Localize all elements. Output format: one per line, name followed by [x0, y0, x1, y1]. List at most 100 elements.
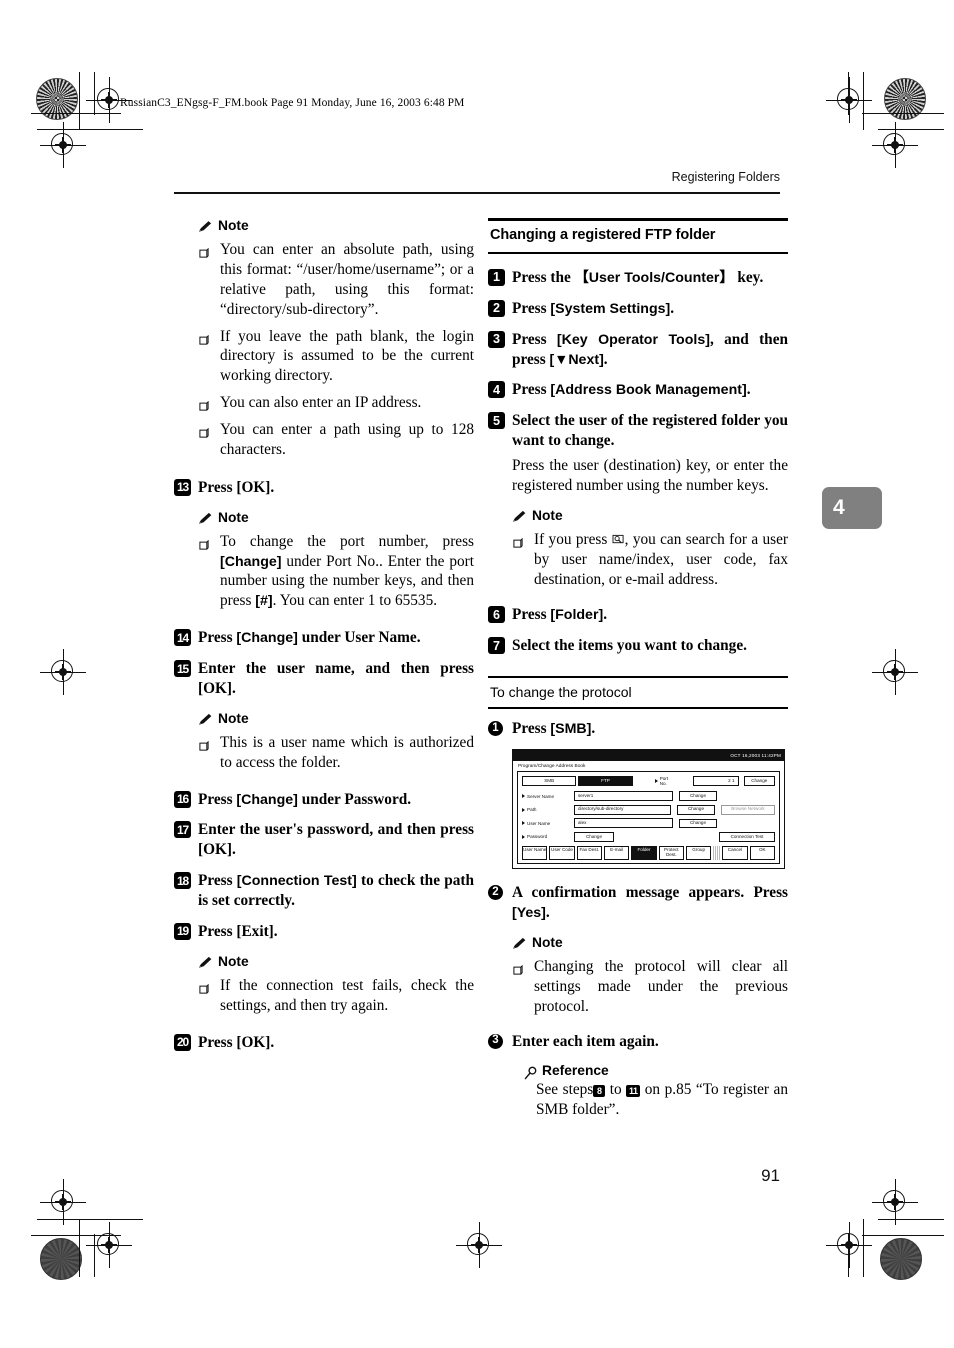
step-14: 14 Press [Change] under User Name. [174, 628, 474, 648]
note-item: You can enter a path using up to 128 cha… [198, 420, 474, 460]
manual-page: RussianC3_ENgsg-F_FM.book Page 91 Monday… [0, 0, 954, 1348]
search-icon [612, 531, 625, 543]
step-5-subtext: Press the user (destination) key, or ent… [512, 457, 788, 494]
substep-text: Enter each item again. [512, 1032, 659, 1050]
lcd-status-text: OCT 16,2003 11:42PM [730, 752, 781, 758]
square-bullet-icon [199, 424, 209, 438]
note-block-protocol: Note Changing the protocol will clear al… [512, 935, 788, 1017]
lcd-label-wrap: Path [522, 807, 574, 812]
lcd-tab-fax-dest[interactable]: Fax Dest. [576, 845, 602, 861]
lcd-tab-email[interactable]: E-mail [603, 845, 630, 861]
lcd-password-change-button[interactable]: Change [574, 831, 614, 842]
note-block-username: Note This is a user name which is author… [198, 711, 474, 773]
lcd-browse-network-button[interactable]: Browse Network [721, 804, 775, 815]
lcd-tab-group[interactable]: Group [685, 845, 712, 861]
note-block-path: Note You can enter an absolute path, usi… [198, 218, 474, 460]
crop-line-tr-v2 [848, 72, 850, 115]
substep-number-badge: 3 [488, 1033, 503, 1049]
registration-target-bottom-center [456, 1222, 502, 1268]
triangle-bullet-icon [522, 794, 525, 799]
square-bullet-icon [513, 534, 523, 548]
step-number-badge: 6 [488, 606, 505, 624]
magnifier-icon [524, 1066, 538, 1080]
crop-line-bl-h1 [37, 1219, 143, 1221]
step-text-pre: Press [512, 330, 557, 348]
lcd-field-change-button[interactable]: Change [679, 818, 717, 829]
note-item-text: This is a user name which is authorized … [220, 733, 474, 771]
step-text: Enter the user's password, and then pres… [198, 821, 474, 859]
triangle-bullet-icon [522, 807, 525, 812]
lcd-field-change-button[interactable]: Change [677, 804, 715, 815]
lcd-ok-button[interactable]: OK [749, 845, 775, 861]
step-text: Select the user of the registered folder… [512, 412, 788, 450]
key-label-smb: [SMB] [550, 720, 592, 737]
crop-line-br-h1 [878, 1219, 944, 1221]
step-number-badge: 2 [488, 299, 505, 317]
lcd-tab-smb[interactable]: SMB [522, 775, 577, 786]
step-number-badge: 7 [488, 637, 505, 655]
lcd-label-wrap: Server Name [522, 794, 574, 799]
step-text-pre: Press [512, 606, 551, 624]
reference-text-mid: to [605, 1081, 627, 1099]
pencil-icon [198, 512, 213, 525]
lcd-field-change-button[interactable]: Change [679, 791, 717, 801]
lcd-port-value[interactable]: 2 1 [692, 775, 739, 786]
step-3: 3 Press [Key Operator Tools], and then p… [488, 330, 788, 370]
crop-line-bl-v2 [94, 1234, 96, 1277]
key-label-change: [Change] [236, 630, 298, 647]
step-text-post: . [746, 381, 751, 399]
step-text-post: . [670, 299, 675, 317]
step-text: Press [Exit]. [198, 922, 278, 940]
step-17: 17 Enter the user's password, and then p… [174, 820, 474, 860]
heading-rule-bottom [488, 251, 788, 254]
subheading-rule-bottom [488, 707, 788, 709]
subsection-heading: To change the protocol [490, 683, 632, 700]
lcd-bottom-tabs: User Name User Code Fax Dest. E-mail Fol… [522, 845, 775, 861]
lcd-tab-ftp[interactable]: FTP [578, 775, 633, 786]
substep-text-pre: A confirmation message appears. Press [512, 884, 788, 902]
note-heading-label: Note [218, 710, 249, 726]
crop-line-bl-h2 [31, 1235, 121, 1237]
registration-target-mid-right [872, 649, 918, 695]
lcd-connection-test-button[interactable]: Connection Test [719, 831, 775, 842]
lcd-tab-user-name[interactable]: User Name [522, 845, 548, 861]
lcd-tab-user-code[interactable]: User Code [549, 845, 575, 861]
key-label-folder: [Folder] [550, 607, 604, 624]
heading-rule-top [488, 218, 788, 222]
step-number-badge: 14 [174, 629, 191, 647]
step-text: Select the items you want to change. [512, 637, 747, 655]
lcd-field-value[interactable]: directory/sub-directory [574, 804, 671, 815]
step-20: 20 Press [OK]. [174, 1033, 474, 1053]
step-number-badge: 1 [488, 268, 505, 286]
running-head: Registering Folders [671, 170, 780, 184]
lcd-tab-protect-dest[interactable]: Protect Dest. [658, 845, 684, 861]
lcd-frame: SMB FTP Port No. 2 1 Change Server Name [517, 770, 780, 865]
lcd-cancel-button[interactable]: Cancel [722, 845, 748, 861]
key-label-next: [▼Next] [549, 351, 604, 368]
note-heading: Note [198, 711, 474, 726]
step-18: 18 Press [Connection Test] to check the … [174, 871, 474, 911]
lcd-tab-folder[interactable]: Folder [631, 845, 657, 861]
note-heading-label: Note [532, 934, 563, 950]
step-2: 2 Press [System Settings]. [488, 299, 788, 319]
note-heading: Note [198, 510, 474, 525]
key-label-system-settings: [System Settings] [550, 300, 671, 317]
step-text-pre: Press the [512, 268, 575, 286]
crop-line-bl-v1 [79, 1219, 81, 1277]
note-item-pre: To change the port number, press [220, 532, 474, 550]
reference-heading: Reference [524, 1063, 788, 1080]
note-heading-label: Note [532, 507, 563, 523]
step-13: 13 Press [OK]. [174, 478, 474, 498]
lcd-field-label: Server Name [527, 793, 555, 799]
step-15: 15 Enter the user name, and then press [… [174, 659, 474, 699]
key-label-connection-test: [Connection Test] [236, 873, 357, 890]
reference-text: See steps 8 to 11 on p.85 “To register an… [524, 1080, 788, 1120]
lcd-field-value[interactable]: alex [574, 818, 673, 829]
step-number-badge: 3 [488, 330, 505, 348]
lcd-body: Program/Change Address Book SMB FTP Port… [513, 761, 784, 868]
note-item: If you press , you can search for a user… [512, 530, 788, 590]
step-number-badge: 20 [174, 1033, 191, 1051]
lcd-port-change-button[interactable]: Change [743, 775, 775, 786]
note-item-post: . You can enter 1 to 65535. [272, 592, 438, 610]
lcd-field-value[interactable]: server1 [574, 790, 673, 802]
